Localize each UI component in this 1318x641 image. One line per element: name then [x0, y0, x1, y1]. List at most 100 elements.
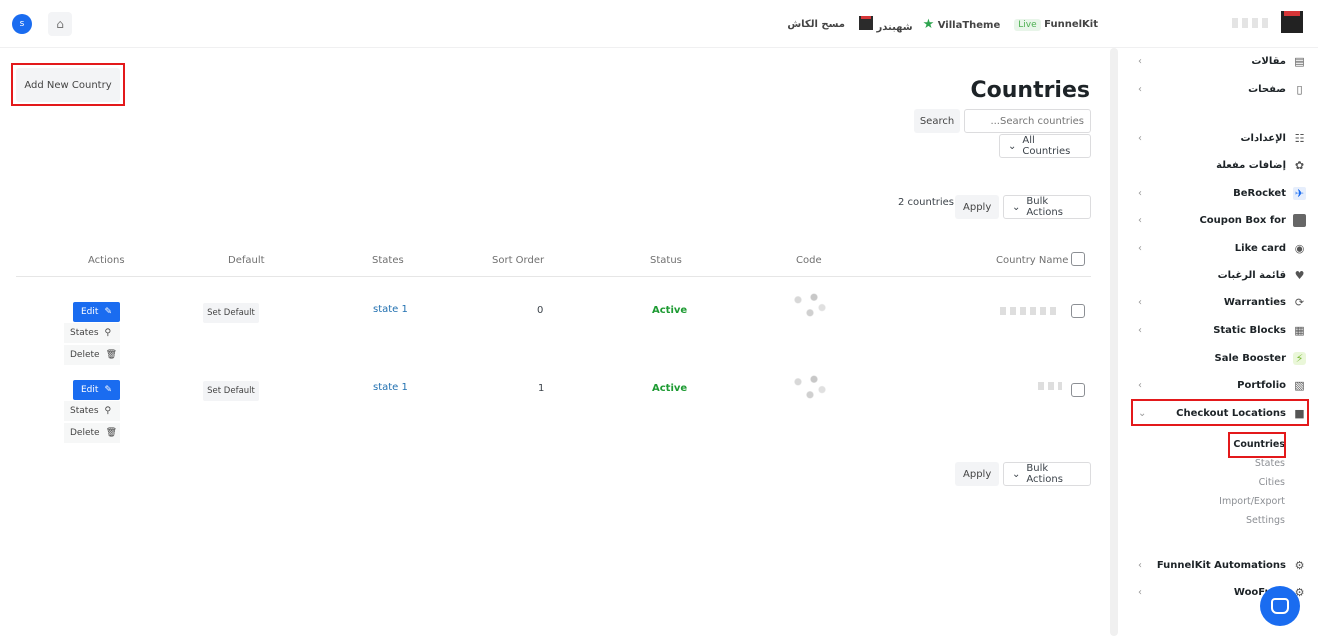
- country-code-blurred: [790, 374, 830, 400]
- sort-order: 1: [538, 383, 545, 394]
- clear-cache-link[interactable]: مسح الكاش: [787, 19, 845, 30]
- apply-button-bottom[interactable]: Apply: [955, 462, 1000, 486]
- site-logo-icon[interactable]: [1281, 11, 1303, 33]
- map-pin-icon: ⚲: [104, 328, 112, 338]
- sidebar-item-wishlist[interactable]: قائمة الرغبات ♥: [1122, 263, 1318, 287]
- highlight-box-countries: [1228, 432, 1286, 458]
- pencil-icon: ✎: [104, 385, 112, 395]
- set-default-button[interactable]: Set Default: [203, 381, 259, 401]
- sidebar-item-funnelkit-automations[interactable]: ‹ FunnelKit Automations ⚙: [1122, 553, 1318, 577]
- header-code[interactable]: Code: [796, 255, 822, 266]
- scrollbar[interactable]: [1110, 48, 1118, 636]
- chevron-left-icon: ‹: [1138, 559, 1142, 571]
- header-states: States: [372, 255, 404, 266]
- states-link[interactable]: state 1: [373, 304, 408, 315]
- bulk-actions-select-bottom[interactable]: ⌄ Bulk Actions: [1003, 462, 1091, 486]
- heart-icon: ♥: [1294, 268, 1305, 282]
- chevron-left-icon: ‹: [1138, 586, 1142, 598]
- row-checkbox[interactable]: [1071, 383, 1085, 397]
- submenu-states[interactable]: States: [1255, 458, 1285, 469]
- page-icon: ▯: [1296, 82, 1303, 96]
- delete-button[interactable]: Delete 🗑: [64, 423, 120, 443]
- sidebar-item-like-card[interactable]: ‹ Like card ◉: [1122, 236, 1318, 260]
- chevron-left-icon: ‹: [1138, 379, 1142, 391]
- submenu-import-export[interactable]: Import/Export: [1219, 496, 1285, 507]
- sidebar-item-active-plugins[interactable]: إضافات مفعلة ✿: [1122, 153, 1318, 177]
- sidebar-item-sale-booster[interactable]: Sale Booster ⚡: [1122, 346, 1318, 370]
- chevron-left-icon: ‹: [1138, 55, 1142, 67]
- chevron-down-icon: ⌄: [1012, 201, 1021, 213]
- portfolio-icon: ▧: [1294, 378, 1305, 392]
- chevron-left-icon: ‹: [1138, 324, 1142, 336]
- sidebar-item-warranties[interactable]: ‹ Warranties ⟳: [1122, 290, 1318, 314]
- chevron-left-icon: ‹: [1138, 132, 1142, 144]
- sidebar-item-coupon-box[interactable]: ‹ Coupon Box for: [1122, 208, 1318, 232]
- user-avatar[interactable]: s: [12, 14, 32, 34]
- sidebar-item-settings[interactable]: ‹ الإعدادات ☷: [1122, 126, 1318, 150]
- row-checkbox[interactable]: [1071, 304, 1085, 318]
- sidebar-item-berocket[interactable]: ‹ BeRocket ✈: [1122, 181, 1318, 205]
- funnelkit-link[interactable]: Live FunnelKit: [1010, 19, 1098, 31]
- admin-sidebar: ‹ مقالات ▤ ‹ صفحات ▯ ‹ الإعدادات ☷ إضافا…: [1122, 48, 1318, 641]
- edit-button[interactable]: Edit ✎: [73, 380, 120, 400]
- plugin-icon: ✿: [1294, 158, 1305, 172]
- country-code-blurred: [790, 292, 830, 318]
- gear-icon: ⚙: [1294, 558, 1305, 572]
- search-button[interactable]: Search: [914, 109, 960, 133]
- search-input[interactable]: [964, 109, 1091, 133]
- edit-button[interactable]: Edit ✎: [73, 302, 120, 322]
- shahbandar-logo-icon: [858, 16, 873, 30]
- submenu-settings[interactable]: Settings: [1246, 515, 1285, 526]
- submenu-cities[interactable]: Cities: [1259, 477, 1285, 488]
- sidebar-item-static-blocks[interactable]: ‹ Static Blocks ▦: [1122, 318, 1318, 342]
- country-name-blurred: [1000, 307, 1060, 315]
- rocket-icon: ✈: [1293, 186, 1306, 200]
- chevron-down-icon: ⌄: [1008, 140, 1017, 152]
- chevron-left-icon: ‹: [1138, 83, 1142, 95]
- sidebar-item-posts[interactable]: ‹ مقالات ▤: [1122, 49, 1318, 73]
- chevron-left-icon: ‹: [1138, 242, 1142, 254]
- home-icon[interactable]: ⌂: [48, 12, 72, 36]
- villatheme-link[interactable]: ★ VillaTheme: [923, 17, 1001, 32]
- booster-icon: ⚡: [1293, 351, 1306, 365]
- header-sort-order[interactable]: Sort Order: [492, 255, 544, 266]
- top-bar: s ⌂ مسح الكاش شهبندر ★ VillaTheme Live F…: [0, 0, 1318, 48]
- chat-icon: [1271, 598, 1289, 614]
- set-default-button[interactable]: Set Default: [203, 303, 259, 323]
- site-name-blurred: [1232, 18, 1268, 28]
- apply-button-top[interactable]: Apply: [955, 195, 1000, 219]
- live-badge: Live: [1014, 19, 1041, 31]
- document-icon: ▤: [1294, 54, 1305, 68]
- page-title: Countries: [970, 78, 1090, 103]
- delete-button[interactable]: Delete 🗑: [64, 345, 120, 365]
- gamepad-icon: ◉: [1294, 241, 1305, 255]
- sort-order: 0: [537, 305, 544, 316]
- chevron-left-icon: ‹: [1138, 187, 1142, 199]
- items-count: 2 countries: [898, 197, 955, 208]
- header-country-name[interactable]: Country Name: [996, 255, 1068, 266]
- coupon-icon: [1293, 213, 1306, 227]
- pencil-icon: ✎: [104, 307, 112, 317]
- select-all-checkbox[interactable]: [1071, 252, 1085, 266]
- states-button[interactable]: States ⚲: [64, 323, 120, 343]
- status-badge: Active: [652, 383, 688, 394]
- header-default: Default: [228, 255, 265, 266]
- bulk-actions-select-top[interactable]: ⌄ Bulk Actions: [1003, 195, 1091, 219]
- country-name-blurred: [1038, 382, 1062, 390]
- header-status[interactable]: Status: [650, 255, 682, 266]
- sidebar-item-pages[interactable]: ‹ صفحات ▯: [1122, 77, 1318, 101]
- star-icon: ★: [922, 17, 935, 32]
- sliders-icon: ☷: [1294, 131, 1305, 145]
- grid-icon: ▦: [1294, 323, 1305, 337]
- shahbandar-link[interactable]: شهبندر: [855, 16, 913, 33]
- chevron-left-icon: ‹: [1138, 296, 1142, 308]
- chat-button[interactable]: [1260, 586, 1300, 626]
- highlight-box-add-button: [11, 63, 125, 106]
- states-button[interactable]: States ⚲: [64, 401, 120, 421]
- sidebar-item-portfolio[interactable]: ‹ Portfolio ▧: [1122, 373, 1318, 397]
- states-link[interactable]: state 1: [373, 382, 408, 393]
- country-filter-select[interactable]: ⌄ All Countries: [999, 134, 1091, 158]
- chevron-left-icon: ‹: [1138, 214, 1142, 226]
- toolbar-links: مسح الكاش شهبندر ★ VillaTheme Live Funne…: [787, 16, 1098, 33]
- highlight-box-checkout-locations: [1131, 399, 1309, 426]
